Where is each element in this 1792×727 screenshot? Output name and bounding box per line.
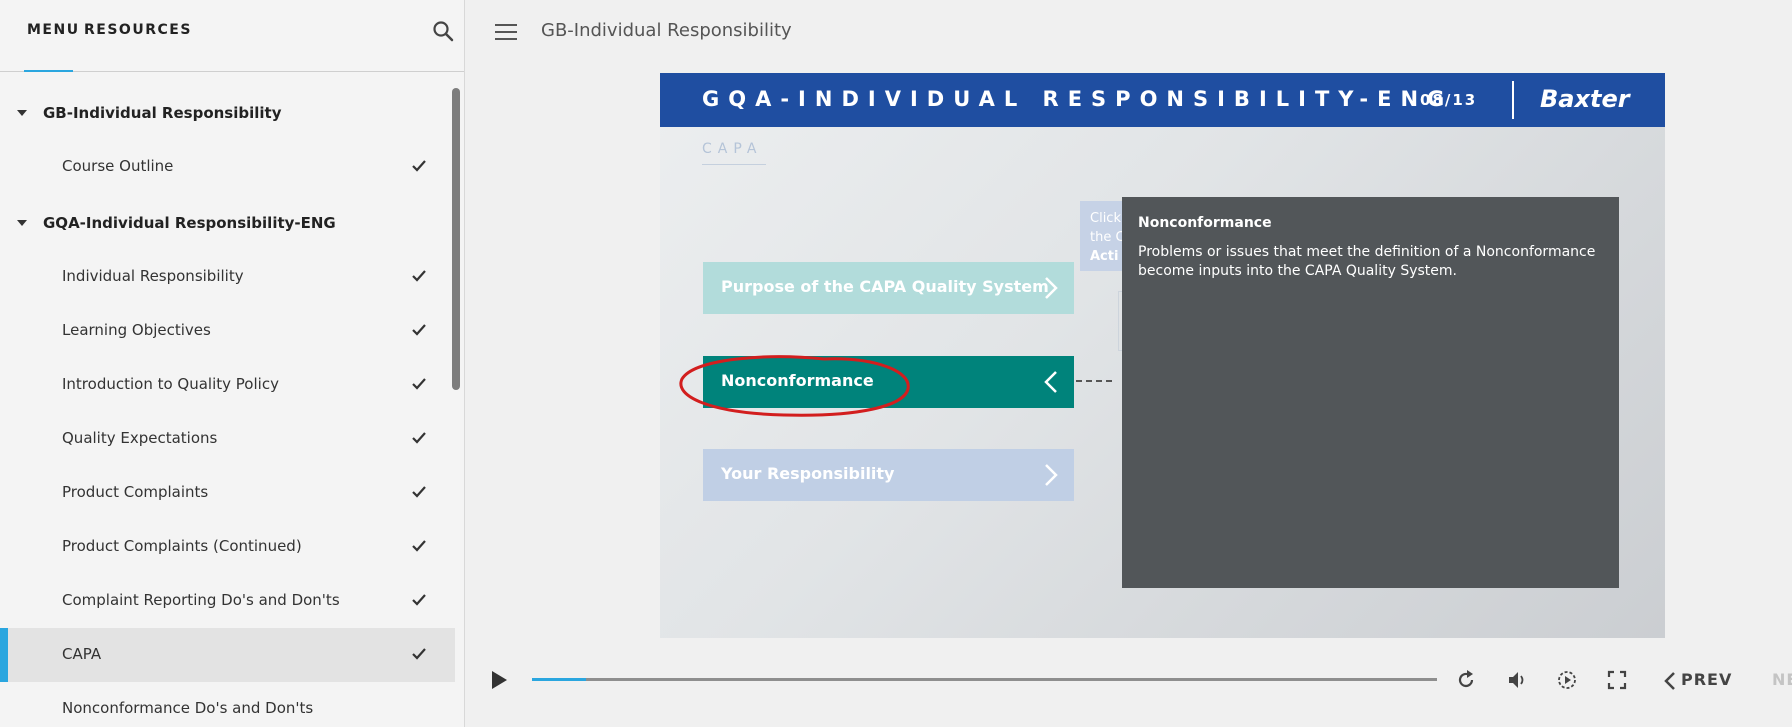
sidebar-scrollbar[interactable] (452, 88, 460, 390)
section-label: CAPA (702, 141, 763, 157)
next-button[interactable]: NE (1772, 670, 1792, 689)
progress-fill (532, 678, 587, 681)
menu-item[interactable]: Product Complaints (Continued) (0, 520, 455, 574)
checkmark-icon (411, 158, 427, 174)
fullscreen-icon[interactable] (1606, 669, 1628, 691)
sidebar: MENU RESOURCES GB-Individual Responsibil… (0, 0, 465, 727)
menu-item-label: Individual Responsibility (62, 267, 244, 285)
nonconformance-popup: Nonconformance Problems or issues that m… (1122, 197, 1619, 588)
menu-item-label: Introduction to Quality Policy (62, 375, 279, 393)
menu-item-label: Product Complaints (62, 483, 209, 501)
section-title: GQA-Individual Responsibility-ENG (43, 214, 336, 232)
active-tab-indicator (24, 70, 73, 72)
checkmark-icon (411, 538, 427, 554)
menu-item[interactable]: Individual Responsibility (0, 250, 455, 304)
menu-item-label: CAPA (62, 645, 102, 663)
menu-item[interactable]: Course Outline (0, 140, 455, 194)
slide-title: GQA-INDIVIDUAL RESPONSIBILITY-ENG (702, 87, 1454, 111)
popup-title: Nonconformance (1138, 215, 1272, 231)
menu-item[interactable]: Introduction to Quality Policy (0, 358, 455, 412)
active-item-indicator (0, 628, 8, 682)
popup-body: Problems or issues that meet the definit… (1138, 244, 1596, 279)
section-title: GB-Individual Responsibility (43, 104, 282, 122)
search-icon[interactable] (432, 20, 454, 42)
tab-resources[interactable]: RESOURCES (84, 22, 192, 38)
chevron-left-icon (1044, 371, 1057, 393)
checkmark-icon (411, 430, 427, 446)
red-circle-annotation (679, 355, 910, 417)
menu-item-label: Product Complaints (Continued) (62, 537, 302, 555)
checkmark-icon (411, 268, 427, 284)
sidebar-tabs: MENU RESOURCES (0, 0, 464, 72)
course-menu: GB-Individual Responsibility Course Outli… (0, 84, 455, 727)
caret-down-icon (17, 220, 27, 226)
menu-item[interactable]: CAPA (0, 628, 455, 682)
checkmark-icon (411, 322, 427, 338)
slide-stage: GQA-INDIVIDUAL RESPONSIBILITY-ENG 08/13 … (660, 73, 1665, 638)
menu-item-label: Quality Expectations (62, 429, 218, 447)
menu-section[interactable]: GB-Individual Responsibility (0, 84, 455, 140)
chevron-right-icon (1045, 277, 1058, 299)
menu-item-label: Complaint Reporting Do's and Don'ts (62, 591, 340, 609)
volume-icon[interactable] (1506, 669, 1528, 691)
menu-item-label: Nonconformance Do's and Don'ts (62, 699, 314, 717)
purpose-of-capa-button[interactable]: Purpose of the CAPA Quality System (703, 262, 1074, 314)
menu-item[interactable]: Product Complaints (0, 466, 455, 520)
hamburger-menu-icon[interactable] (495, 24, 517, 40)
click-hint-text: Click the C Acti (1090, 211, 1125, 264)
brand-logo: Baxter (1540, 85, 1630, 113)
tab-menu[interactable]: MENU (27, 22, 80, 38)
replay-icon[interactable] (1455, 669, 1477, 691)
menu-item[interactable]: Complaint Reporting Do's and Don'ts (0, 574, 455, 628)
slide-counter: 08/13 (1420, 91, 1478, 109)
slide-header: GQA-INDIVIDUAL RESPONSIBILITY-ENG 08/13 … (660, 73, 1665, 127)
header-divider (1512, 81, 1514, 119)
checkmark-icon (411, 484, 427, 500)
checkmark-icon (411, 376, 427, 392)
menu-item[interactable]: Nonconformance Do's and Don'ts (0, 682, 455, 727)
progress-bar[interactable] (532, 678, 1437, 681)
page-title: GB-Individual Responsibility (541, 20, 792, 41)
chevron-left-icon (1664, 672, 1675, 690)
connector-dashed-line (1076, 380, 1112, 382)
caret-down-icon (17, 110, 27, 116)
play-icon[interactable] (489, 670, 509, 690)
menu-item-label: Course Outline (62, 157, 174, 175)
section-underline (702, 164, 766, 165)
checkmark-icon (411, 646, 427, 662)
menu-section[interactable]: GQA-Individual Responsibility-ENG (0, 194, 455, 250)
chevron-right-icon (1045, 464, 1058, 486)
menu-item[interactable]: Learning Objectives (0, 304, 455, 358)
purpose-of-capa-label: Purpose of the CAPA Quality System (721, 277, 1049, 296)
your-responsibility-button[interactable]: Your Responsibility (703, 449, 1074, 501)
checkmark-icon (411, 592, 427, 608)
playback-speed-icon[interactable] (1556, 669, 1578, 691)
menu-item-label: Learning Objectives (62, 321, 211, 339)
menu-item[interactable]: Quality Expectations (0, 412, 455, 466)
your-responsibility-label: Your Responsibility (721, 464, 895, 483)
